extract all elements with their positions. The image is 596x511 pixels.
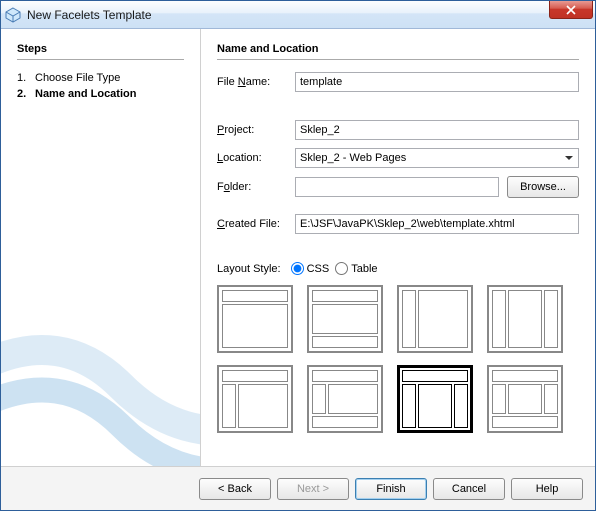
layout-option[interactable] — [487, 365, 563, 433]
main-panel: Name and Location File Name: Project: Lo… — [201, 29, 595, 466]
cancel-button[interactable]: Cancel — [433, 478, 505, 500]
layout-grid — [217, 285, 579, 433]
layout-style-row: Layout Style: CSS Table — [217, 262, 579, 275]
chevron-down-icon — [561, 150, 576, 166]
project-row: Project: — [217, 120, 579, 140]
layout-option[interactable] — [307, 365, 383, 433]
table-radio-input[interactable] — [335, 262, 348, 275]
file-name-row: File Name: — [217, 72, 579, 92]
folder-label: Folder: — [217, 181, 295, 193]
location-label: Location: — [217, 152, 295, 164]
dialog-body: Steps 1.Choose File Type 2.Name and Loca… — [1, 29, 595, 466]
back-button[interactable]: < Back — [199, 478, 271, 500]
file-name-label: File Name: — [217, 76, 295, 88]
location-combo[interactable]: Sklep_2 - Web Pages — [295, 148, 579, 168]
project-input — [295, 120, 579, 140]
help-button[interactable]: Help — [511, 478, 583, 500]
steps-sidebar: Steps 1.Choose File Type 2.Name and Loca… — [1, 29, 201, 466]
window-title: New Facelets Template — [27, 8, 152, 22]
layout-option[interactable] — [487, 285, 563, 353]
dialog-footer: < Back Next > Finish Cancel Help — [1, 466, 595, 510]
layout-option[interactable] — [217, 285, 293, 353]
divider — [217, 59, 579, 60]
steps-list: 1.Choose File Type 2.Name and Location — [17, 70, 184, 102]
location-row: Location: Sklep_2 - Web Pages — [217, 148, 579, 168]
file-name-input[interactable] — [295, 72, 579, 92]
created-file-label: Created File: — [217, 218, 295, 230]
css-radio[interactable]: CSS — [291, 262, 330, 275]
location-value: Sklep_2 - Web Pages — [300, 152, 406, 164]
project-label: Project: — [217, 124, 295, 136]
layout-option[interactable] — [397, 285, 473, 353]
step-item: 1.Choose File Type — [17, 70, 184, 86]
browse-button[interactable]: Browse... — [507, 176, 579, 198]
layout-option[interactable] — [217, 365, 293, 433]
created-file-row: Created File: — [217, 214, 579, 234]
layout-option[interactable] — [397, 365, 473, 433]
created-file-input — [295, 214, 579, 234]
step-item: 2.Name and Location — [17, 86, 184, 102]
steps-heading: Steps — [17, 43, 184, 55]
layout-option[interactable] — [307, 285, 383, 353]
titlebar[interactable]: New Facelets Template — [1, 1, 595, 29]
folder-input[interactable] — [295, 177, 499, 197]
close-button[interactable] — [549, 1, 593, 19]
dialog-window: New Facelets Template Steps 1.Choose Fil… — [0, 0, 596, 511]
next-button: Next > — [277, 478, 349, 500]
table-radio[interactable]: Table — [335, 262, 377, 275]
css-radio-input[interactable] — [291, 262, 304, 275]
finish-button[interactable]: Finish — [355, 478, 427, 500]
layout-style-label: Layout Style: — [217, 263, 281, 275]
divider — [17, 59, 184, 60]
folder-row: Folder: Browse... — [217, 176, 579, 198]
app-icon — [5, 7, 21, 23]
panel-heading: Name and Location — [217, 43, 579, 55]
